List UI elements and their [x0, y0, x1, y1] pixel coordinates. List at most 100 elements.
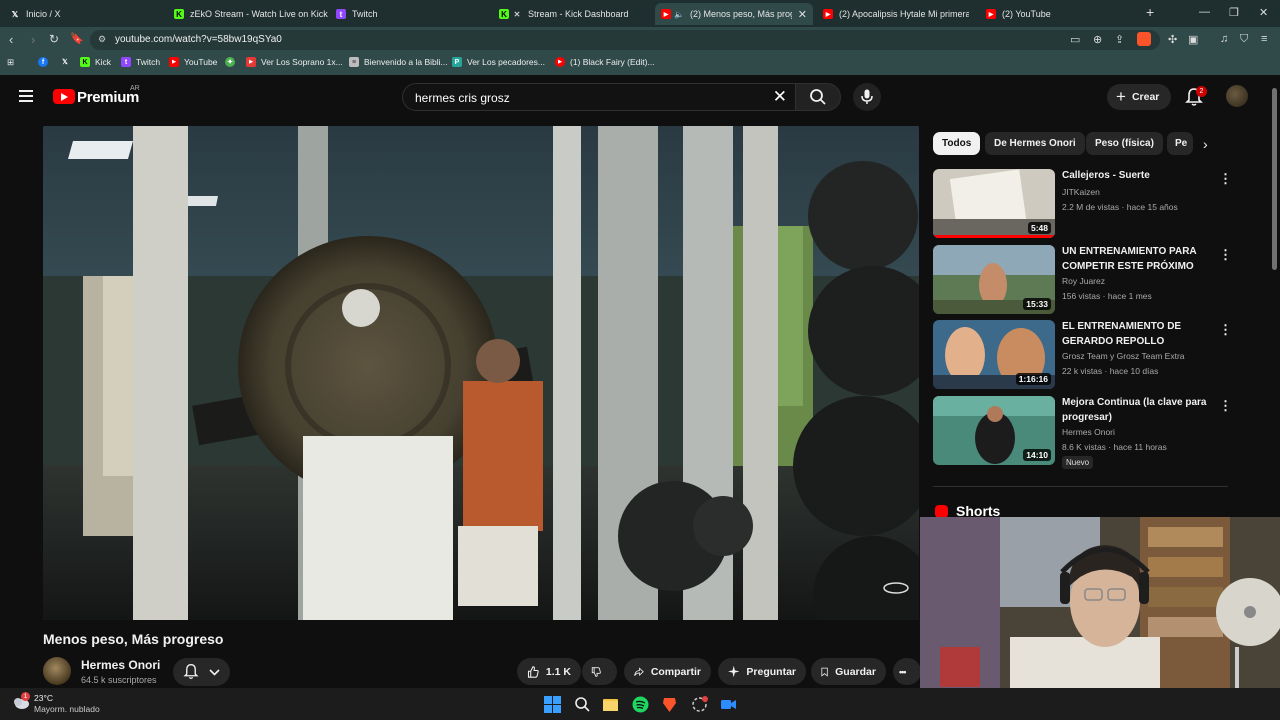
bookmark-game[interactable]: ✦: [225, 57, 240, 67]
more-actions-button[interactable]: •••: [893, 658, 921, 685]
bookmark-twitch[interactable]: t Twitch: [121, 57, 160, 67]
weather-description[interactable]: Mayorm. nublado: [34, 704, 100, 714]
tab-kick-stream[interactable]: K zEkO Stream - Watch Live on Kick: [168, 3, 328, 25]
search-query[interactable]: hermes cris grosz: [415, 91, 510, 105]
channel-name[interactable]: Hermes Onori: [81, 658, 160, 672]
recommendation-title[interactable]: Mejora Continua (la clave para progresar…: [1062, 396, 1212, 425]
youtube-header: Premium AR hermes cris grosz ✕ + Crear 2: [0, 76, 1280, 118]
recommendation-channel[interactable]: Grosz Team y Grosz Team Extra: [1062, 351, 1185, 361]
more-vert-icon[interactable]: ⋮: [1219, 247, 1232, 263]
sidebar-icon[interactable]: ▣: [1188, 33, 1198, 46]
recommendation-item[interactable]: 5:48 Callejeros - Suerte JITKaizen 2.2 M…: [933, 169, 1233, 239]
zoom-icon[interactable]: ⊕: [1093, 33, 1102, 46]
more-vert-icon[interactable]: ⋮: [1219, 398, 1232, 414]
app-status-icon[interactable]: [691, 696, 708, 713]
bookmark-pecadores[interactable]: P Ver Los pecadores...: [452, 57, 545, 67]
chip-from-channel[interactable]: De Hermes Onori: [985, 132, 1085, 155]
hamburger-menu-icon[interactable]: [19, 90, 33, 102]
video-thumbnail[interactable]: 1:16:16: [933, 320, 1055, 389]
page-icon: ≡: [349, 57, 359, 67]
back-icon[interactable]: ‹: [9, 32, 13, 47]
bookmark-soprano[interactable]: ▶ Ver Los Soprano 1x...: [246, 57, 343, 67]
tab-youtube-active[interactable]: ▶ 🔈 (2) Menos peso, Más progreso ✕: [655, 3, 813, 25]
apps-icon[interactable]: ⊞: [7, 57, 14, 68]
more-vert-icon[interactable]: ⋮: [1219, 322, 1232, 338]
more-vert-icon[interactable]: ⋮: [1219, 171, 1232, 187]
close-icon[interactable]: ✕: [798, 8, 807, 21]
recommendation-channel[interactable]: Hermes Onori: [1062, 427, 1115, 437]
search-button[interactable]: [795, 83, 841, 111]
url-bar[interactable]: ⚙ youtube.com/watch?v=58bw19qSYa0 ▭ ⊕ ⇪: [90, 30, 1160, 50]
url-text[interactable]: youtube.com/watch?v=58bw19qSYa0: [115, 34, 282, 45]
account-avatar[interactable]: [1226, 85, 1248, 107]
chip-more[interactable]: Pe: [1167, 132, 1193, 155]
save-button[interactable]: Guardar: [811, 658, 886, 685]
recommendation-channel[interactable]: Roy Juarez: [1062, 276, 1105, 286]
recommendation-item[interactable]: 1:16:16 EL ENTRENAMIENTO DE GERARDO REPO…: [933, 320, 1233, 390]
recommendation-title[interactable]: EL ENTRENAMIENTO DE GERARDO REPOLLO: [1062, 320, 1212, 349]
recommendation-title[interactable]: Callejeros - Suerte: [1062, 169, 1212, 184]
temperature[interactable]: 23°C: [34, 693, 53, 703]
tab-youtube-hytale[interactable]: ▶ (2) Apocalipsis Hytale Mi primera Vez: [817, 3, 977, 25]
reload-icon[interactable]: ↻: [49, 32, 59, 46]
windows-start-icon[interactable]: [544, 696, 561, 713]
chevron-right-icon[interactable]: ›: [1203, 136, 1208, 152]
clear-search-icon[interactable]: ✕: [773, 87, 787, 107]
search-input[interactable]: hermes cris grosz ✕: [402, 83, 795, 111]
new-tab-button[interactable]: +: [1146, 4, 1154, 20]
bookmark-icon[interactable]: 🔖: [70, 32, 84, 45]
close-window-icon[interactable]: ✕: [1259, 6, 1268, 19]
video-app-icon[interactable]: [720, 696, 737, 713]
bookmark-x[interactable]: 𝕏: [60, 57, 75, 67]
bookmark-youtube[interactable]: ▶ YouTube: [169, 57, 217, 67]
subscription-bell-button[interactable]: [173, 658, 230, 686]
share-button[interactable]: Compartir: [624, 658, 711, 685]
vpn-icon[interactable]: ⛉: [1240, 33, 1248, 46]
tab-youtube-home[interactable]: ▶ (2) YouTube: [980, 3, 1140, 25]
notification-count-badge: 2: [1196, 86, 1207, 97]
chip-weight-physics[interactable]: Peso (física): [1086, 132, 1163, 155]
like-button[interactable]: 1.1 K: [517, 658, 581, 685]
scrollbar[interactable]: [1272, 88, 1277, 270]
video-player[interactable]: [43, 126, 919, 620]
kick-icon: K: [174, 9, 184, 19]
ask-button[interactable]: Preguntar: [718, 658, 806, 685]
bookmark-kick[interactable]: K Kick: [80, 57, 111, 67]
bookmark-label: Twitch: [136, 57, 161, 67]
file-explorer-icon[interactable]: [602, 696, 619, 713]
thumbs-down-icon: [591, 666, 601, 677]
twitch-icon: t: [336, 9, 346, 19]
forward-icon[interactable]: ›: [31, 32, 35, 47]
cast-icon[interactable]: ▭: [1070, 33, 1080, 46]
chip-all[interactable]: Todos: [933, 132, 981, 155]
music-icon[interactable]: ♫: [1220, 33, 1228, 45]
youtube-logo-icon[interactable]: [53, 89, 75, 104]
minimize-icon[interactable]: —: [1199, 6, 1210, 18]
dislike-button[interactable]: [582, 658, 617, 685]
site-info-icon[interactable]: ⚙: [98, 34, 106, 45]
extensions-icon[interactable]: ✣: [1168, 33, 1177, 46]
channel-avatar[interactable]: [43, 657, 71, 685]
restore-icon[interactable]: ❐: [1229, 6, 1239, 19]
tab-x[interactable]: 𝕏 Inicio / X: [4, 3, 164, 25]
tab-kick-dashboard[interactable]: K ✕ Stream - Kick Dashboard: [493, 3, 653, 25]
brave-shield-icon[interactable]: [1137, 32, 1151, 46]
bookmark-biblioteca[interactable]: ≡ Bienvenido a la Bibli...: [349, 57, 448, 67]
brave-browser-icon[interactable]: [661, 696, 678, 713]
video-thumbnail[interactable]: 15:33: [933, 245, 1055, 314]
tab-twitch[interactable]: t Twitch: [330, 3, 490, 25]
recommendation-channel[interactable]: JITKaizen: [1062, 187, 1100, 197]
spotify-icon[interactable]: [632, 696, 649, 713]
create-button[interactable]: + Crear: [1107, 84, 1171, 110]
video-thumbnail[interactable]: 5:48: [933, 169, 1055, 238]
recommendation-item[interactable]: 14:10 Mejora Continua (la clave para pro…: [933, 396, 1233, 469]
bookmark-black-fairy[interactable]: ▶ (1) Black Fairy (Edit)...: [555, 57, 655, 67]
browser-menu-icon[interactable]: ≡: [1261, 33, 1267, 45]
search-icon[interactable]: [574, 696, 591, 713]
bookmark-facebook[interactable]: f: [38, 57, 53, 67]
video-thumbnail[interactable]: 14:10: [933, 396, 1055, 465]
recommendation-title[interactable]: UN ENTRENAMIENTO PARA COMPETIR ESTE PRÓX…: [1062, 245, 1212, 275]
voice-search-button[interactable]: [853, 83, 881, 111]
recommendation-item[interactable]: 15:33 UN ENTRENAMIENTO PARA COMPETIR EST…: [933, 245, 1233, 315]
share-icon[interactable]: ⇪: [1115, 33, 1124, 46]
